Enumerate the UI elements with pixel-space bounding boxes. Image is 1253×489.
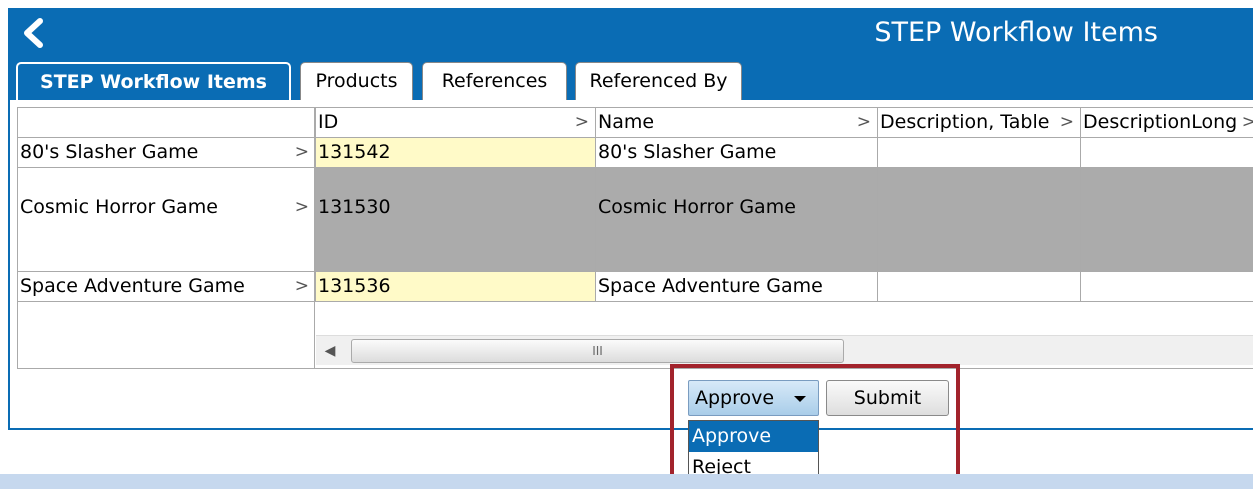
tab-references[interactable]: References xyxy=(422,62,567,100)
scroll-left-icon[interactable]: ◀ xyxy=(316,336,344,366)
cell-description-long[interactable] xyxy=(1081,272,1253,302)
cell-id[interactable]: 131530 xyxy=(316,168,596,272)
tab-step-workflow-items[interactable]: STEP Workflow Items xyxy=(16,62,291,100)
items-grid: ID > Name > Description, Table > Descrip… xyxy=(17,107,1253,369)
select-value: Approve xyxy=(695,387,775,409)
row-expand-icon[interactable]: > xyxy=(295,168,309,246)
corner-header-cell xyxy=(18,108,316,138)
row-label: Cosmic Horror Game xyxy=(20,196,218,218)
option-approve[interactable]: Approve xyxy=(689,421,818,452)
tab-bar: STEP Workflow Items Products References … xyxy=(8,58,1253,100)
column-expand-icon[interactable]: > xyxy=(575,108,589,137)
column-expand-icon[interactable]: > xyxy=(1060,108,1074,137)
grip-icon: III xyxy=(592,344,603,358)
back-button[interactable] xyxy=(20,18,46,48)
cell-description-table[interactable] xyxy=(878,272,1081,302)
cell-description-long[interactable] xyxy=(1081,138,1253,168)
cell-name[interactable]: 80's Slasher Game xyxy=(596,138,878,168)
scrollbar-thumb[interactable]: III xyxy=(351,339,844,363)
column-header-label: ID xyxy=(318,111,339,133)
row-expand-icon[interactable]: > xyxy=(295,138,309,167)
cell-description-long[interactable] xyxy=(1081,168,1253,272)
page-title: STEP Workflow Items xyxy=(874,17,1158,48)
column-header-name[interactable]: Name > xyxy=(596,108,878,138)
row-header-1[interactable]: 80's Slasher Game > xyxy=(18,138,316,168)
app-header: STEP Workflow Items xyxy=(8,8,1253,58)
submit-button[interactable]: Submit xyxy=(826,380,949,416)
cell-id[interactable]: 131542 xyxy=(316,138,596,168)
column-header-label: DescriptionLong xyxy=(1083,111,1238,133)
cell-description-table[interactable] xyxy=(878,168,1081,272)
row-label: 80's Slasher Game xyxy=(20,141,199,163)
cell-id[interactable]: 131536 xyxy=(316,272,596,302)
caret-down-icon xyxy=(794,396,806,402)
cell-name[interactable]: Space Adventure Game xyxy=(596,272,878,302)
row-header-3[interactable]: Space Adventure Game > xyxy=(18,272,316,302)
cell-name[interactable]: Cosmic Horror Game xyxy=(596,168,878,272)
column-header-description-table[interactable]: Description, Table > xyxy=(878,108,1081,138)
workflow-items-panel: ID > Name > Description, Table > Descrip… xyxy=(8,100,1253,430)
row-header-2[interactable]: Cosmic Horror Game > xyxy=(18,168,316,272)
column-header-label: Description, Table xyxy=(880,111,1050,133)
row-expand-icon[interactable]: > xyxy=(295,272,309,301)
column-header-description-long[interactable]: DescriptionLong > xyxy=(1081,108,1253,138)
bottom-strip xyxy=(0,474,1253,489)
horizontal-scrollbar[interactable]: ◀ III xyxy=(316,335,1253,365)
cell-description-table[interactable] xyxy=(878,138,1081,168)
row-label: Space Adventure Game xyxy=(20,275,245,297)
tab-products[interactable]: Products xyxy=(300,62,413,100)
column-expand-icon[interactable]: > xyxy=(857,108,871,137)
chevron-left-icon xyxy=(24,18,43,48)
tab-referenced-by[interactable]: Referenced By xyxy=(575,62,742,100)
decision-select[interactable]: Approve xyxy=(688,380,819,416)
column-header-label: Name xyxy=(598,111,655,133)
column-header-id[interactable]: ID > xyxy=(316,108,596,138)
column-expand-icon[interactable]: > xyxy=(1242,108,1253,137)
